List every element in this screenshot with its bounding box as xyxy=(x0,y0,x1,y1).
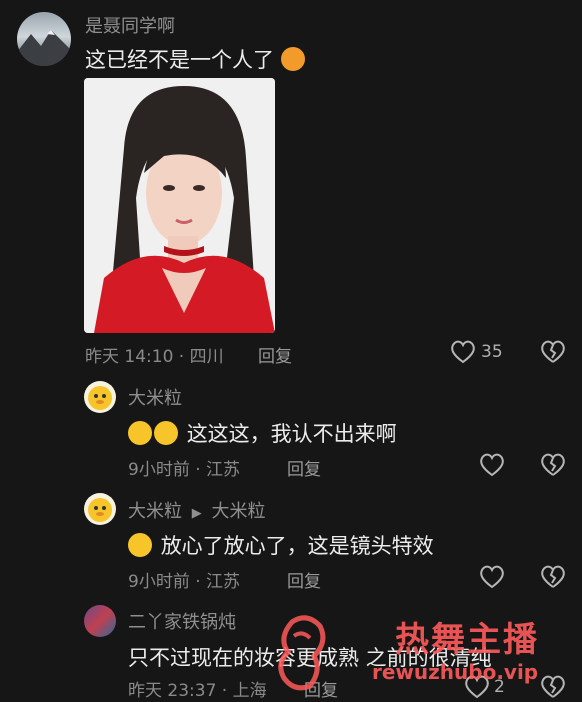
comment-author: 大米粒 ▶ 大米粒 xyxy=(128,497,265,523)
broken-heart-icon[interactable] xyxy=(540,565,566,589)
comment-meta: 昨天 14:10 · 四川 xyxy=(85,347,224,367)
laughing-emoji-icon xyxy=(280,47,305,71)
avatar[interactable] xyxy=(17,12,71,66)
broken-heart-icon[interactable] xyxy=(540,453,566,477)
avatar[interactable] xyxy=(84,493,116,525)
comment-author[interactable]: 二丫家铁锅炖 xyxy=(128,608,236,634)
comment-location: 四川 xyxy=(189,347,224,367)
comment-meta: 9小时前 · 江苏 xyxy=(128,572,241,592)
avatar[interactable] xyxy=(84,605,116,637)
comment-text: 放心了放心了，这是镜头特效 xyxy=(128,530,434,560)
like-count: 35 xyxy=(481,342,503,362)
comment-location: 江苏 xyxy=(206,460,241,480)
comment-time: 昨天 23:37 xyxy=(128,681,217,701)
comment-meta: 9小时前 · 江苏 xyxy=(128,460,241,480)
comment-time: 9小时前 xyxy=(128,572,190,592)
reply-button[interactable]: 回复 xyxy=(287,567,321,592)
comment-photo[interactable] xyxy=(84,78,275,333)
comment-text-content: 这这这，我认不出来啊 xyxy=(186,422,397,446)
comment-meta: 昨天 23:37 · 上海 xyxy=(128,681,267,701)
avatar-duck xyxy=(88,498,112,522)
comment-author[interactable]: 大米粒 xyxy=(128,384,182,410)
comment-text-content: 这已经不是一个人了 xyxy=(85,48,274,72)
reply-author[interactable]: 大米粒 xyxy=(128,501,182,522)
reply-arrow-icon: ▶ xyxy=(191,506,202,521)
comment-text-content: 放心了放心了，这是镜头特效 xyxy=(160,534,434,558)
comment-location: 上海 xyxy=(232,681,267,701)
watermark-url: rewuzhubo.vip xyxy=(372,660,539,684)
watermark-logo xyxy=(272,612,332,692)
laughing-emoji-icon xyxy=(128,421,152,445)
comment-text: 这已经不是一个人了 xyxy=(85,44,307,74)
reply-to-author[interactable]: 大米粒 xyxy=(211,501,265,522)
heart-icon[interactable] xyxy=(479,565,505,589)
watermark-figure-icon xyxy=(278,615,326,691)
avatar-duck xyxy=(88,386,112,410)
comment-text: 这这这，我认不出来啊 xyxy=(128,418,397,448)
avatar-landscape xyxy=(17,30,71,66)
watermark-title: 热舞主播 xyxy=(395,620,539,660)
broken-heart-icon[interactable] xyxy=(540,340,566,364)
comment-location: 江苏 xyxy=(206,572,241,592)
laughing-emoji-icon xyxy=(128,533,152,557)
photo-portrait xyxy=(84,78,275,333)
reply-button[interactable]: 回复 xyxy=(258,342,292,367)
heart-icon[interactable] xyxy=(479,453,505,477)
comment-author[interactable]: 是聂同学啊 xyxy=(85,12,175,38)
reply-button[interactable]: 回复 xyxy=(287,455,321,480)
comment-time: 9小时前 xyxy=(128,460,190,480)
comment-time: 昨天 14:10 xyxy=(85,347,174,367)
avatar[interactable] xyxy=(84,381,116,413)
broken-heart-icon[interactable] xyxy=(540,675,566,699)
heart-icon[interactable] xyxy=(450,340,476,364)
laughing-emoji-icon xyxy=(154,421,178,445)
